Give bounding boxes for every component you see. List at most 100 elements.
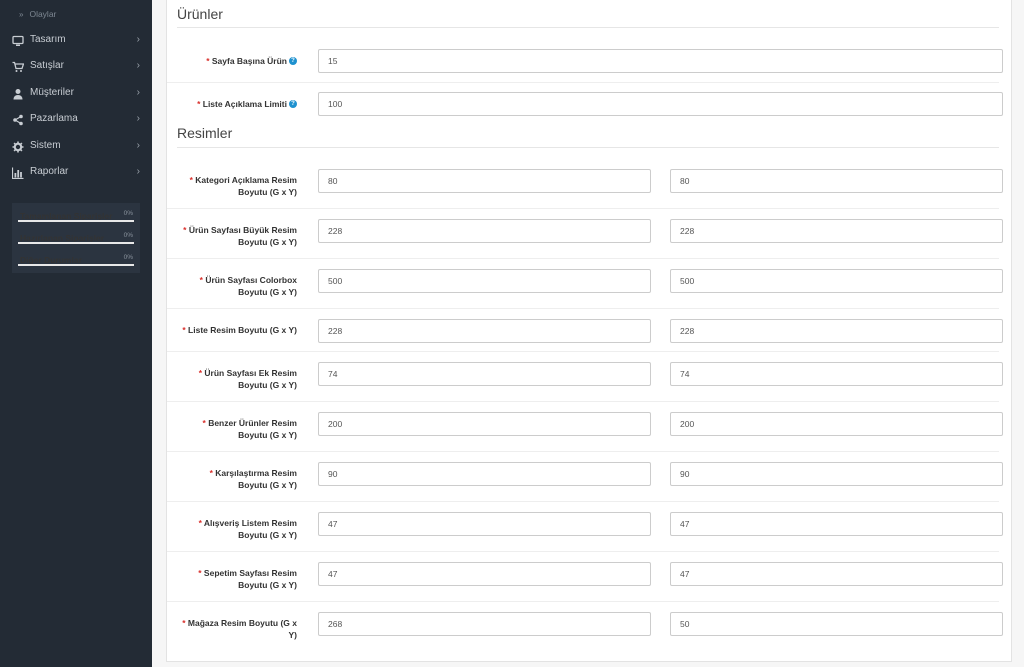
divider — [177, 147, 999, 148]
field-label-line1: Sepetim Sayfası Resim — [203, 568, 297, 578]
field-label-image-size: * Kategori Açıklama Resim Boyutu (G x Y) — [189, 175, 297, 197]
user-icon — [12, 85, 24, 100]
sidebar-item-label: Müşteriler — [30, 87, 74, 98]
help-icon[interactable]: ? — [289, 99, 297, 108]
image-height-input[interactable]: 74 — [670, 362, 1003, 386]
section-title-images: Resimler — [177, 125, 233, 141]
divider — [167, 258, 999, 259]
divider — [167, 451, 999, 452]
divider — [167, 208, 999, 209]
field-label-line1: Karşılaştırma Resim — [215, 468, 297, 478]
progress-bar — [18, 242, 134, 244]
progress-bar — [18, 220, 134, 222]
sidebar: » Olaylar Tasarım › Satışlar › Müşteriler… — [0, 0, 152, 667]
chevron-right-icon: › — [136, 34, 140, 45]
field-label-line2: Y) — [288, 630, 298, 640]
field-label-image-size: * Karşılaştırma Resim Boyutu (G x Y) — [209, 468, 297, 490]
field-label-line2: Boyutu (G x Y) — [238, 380, 297, 390]
image-height-input[interactable]: 500 — [670, 269, 1003, 293]
sidebar-item-system[interactable]: Sistem › — [0, 133, 152, 159]
field-label-line1: Kategori Açıklama Resim — [195, 175, 297, 185]
image-height-input[interactable]: 228 — [670, 219, 1003, 243]
field-label-image-size: * Liste Resim Boyutu (G x Y) — [182, 325, 297, 335]
image-width-input[interactable]: 80 — [318, 169, 651, 193]
image-height-input[interactable]: 50 — [670, 612, 1003, 636]
products-per-page-input[interactable]: 15 — [318, 49, 1003, 73]
field-label-image-size: * Benzer Ürünler Resim Boyutu (G x Y) — [202, 418, 298, 440]
cart-icon — [12, 58, 25, 73]
help-icon[interactable]: ? — [289, 56, 297, 65]
field-label-image-size: * Alışveriş Listem Resim Boyutu (G x Y) — [198, 518, 297, 540]
stat-value: 0% — [123, 254, 133, 261]
order-stats-panel: Tamamlanan Siparişler 0% Hazırlanan Sipa… — [12, 203, 140, 273]
field-label-line1: Alışveriş Listem Resim — [203, 518, 297, 528]
list-description-limit-input[interactable]: 100 — [318, 92, 1003, 116]
chevron-right-icon: › — [136, 113, 140, 124]
image-width-input[interactable]: 90 — [318, 462, 651, 486]
image-width-input[interactable]: 228 — [318, 319, 651, 343]
field-label-text: Liste Açıklama Limiti — [202, 99, 287, 109]
image-width-input[interactable]: 47 — [318, 562, 651, 586]
sidebar-item-design[interactable]: Tasarım › — [0, 27, 152, 53]
divider — [167, 308, 999, 309]
sidebar-item-marketing[interactable]: Pazarlama › — [0, 106, 152, 132]
image-height-input[interactable]: 47 — [670, 512, 1003, 536]
stat-other-statuses: Diğer Durumlar 0% — [18, 247, 134, 267]
field-label-line1: Ürün Sayfası Colorbox — [205, 275, 297, 285]
stat-completed-orders: Tamamlanan Siparişler 0% — [18, 203, 134, 223]
divider — [167, 501, 999, 502]
stat-value: 0% — [123, 210, 133, 217]
field-label-line2: Boyutu (G x Y) — [238, 580, 297, 590]
divider — [167, 551, 999, 552]
chevron-right-icon: › — [136, 87, 140, 98]
field-label-image-size: * Sepetim Sayfası Resim Boyutu (G x Y) — [198, 568, 297, 590]
monitor-icon — [12, 32, 24, 47]
progress-bar — [18, 264, 134, 266]
field-label-line2: Boyutu (G x Y) — [238, 480, 297, 490]
stat-value: 0% — [123, 232, 133, 239]
field-label-image-size: * Ürün Sayfası Colorbox Boyutu (G x Y) — [199, 275, 297, 297]
field-label-line2: Boyutu (G x Y) — [238, 287, 297, 297]
field-label-image-size: * Ürün Sayfası Büyük Resim Boyutu (G x Y) — [183, 225, 297, 247]
field-label-line2: Boyutu (G x Y) — [238, 187, 297, 197]
gear-icon — [12, 138, 24, 153]
image-width-input[interactable]: 200 — [318, 412, 651, 436]
sidebar-item-reports[interactable]: Raporlar › — [0, 159, 152, 185]
chevron-right-icon: › — [136, 140, 140, 151]
sidebar-item-label: Raporlar — [30, 166, 69, 177]
sidebar-subitem-events[interactable]: » Olaylar — [0, 4, 152, 24]
image-width-input[interactable]: 47 — [318, 512, 651, 536]
chevron-right-icon: › — [136, 166, 140, 177]
sidebar-item-label: Pazarlama — [30, 113, 78, 124]
sidebar-item-customers[interactable]: Müşteriler › — [0, 80, 152, 106]
image-width-input[interactable]: 268 — [318, 612, 651, 636]
image-width-input[interactable]: 500 — [318, 269, 651, 293]
chevron-right-icon: › — [136, 60, 140, 71]
divider — [167, 601, 999, 602]
field-label-products-per-page: * Sayfa Başına Ürün? — [177, 55, 297, 67]
image-width-input[interactable]: 228 — [318, 219, 651, 243]
sidebar-subitem-label: Olaylar — [29, 9, 57, 19]
field-label-list-description-limit: * Liste Açıklama Limiti? — [167, 98, 297, 110]
sidebar-item-sales[interactable]: Satışlar › — [0, 53, 152, 79]
field-label-line1: Benzer Ürünler Resim — [208, 418, 297, 428]
image-height-input[interactable]: 80 — [670, 169, 1003, 193]
image-height-input[interactable]: 228 — [670, 319, 1003, 343]
field-label-text: Sayfa Başına Ürün — [211, 56, 287, 66]
sidebar-item-label: Satışlar — [30, 60, 64, 71]
field-label-image-size: * Ürün Sayfası Ek Resim Boyutu (G x Y) — [198, 368, 297, 390]
field-label-line2: Boyutu (G x Y) — [238, 530, 297, 540]
image-height-input[interactable]: 90 — [670, 462, 1003, 486]
share-icon — [12, 111, 24, 126]
divider — [177, 27, 999, 28]
section-title-products: Ürünler — [177, 6, 223, 22]
field-label-image-size: * Mağaza Resim Boyutu (G x Y) — [182, 618, 298, 640]
field-label-line1: Liste Resim Boyutu (G x Y) — [188, 325, 297, 335]
image-height-input[interactable]: 47 — [670, 562, 1003, 586]
field-label-line1: Mağaza Resim Boyutu (G x — [187, 618, 297, 628]
image-height-input[interactable]: 200 — [670, 412, 1003, 436]
sidebar-item-label: Tasarım — [30, 34, 66, 45]
field-label-line1: Ürün Sayfası Büyük Resim — [188, 225, 297, 235]
image-width-input[interactable]: 74 — [318, 362, 651, 386]
bar-chart-icon — [11, 164, 24, 180]
